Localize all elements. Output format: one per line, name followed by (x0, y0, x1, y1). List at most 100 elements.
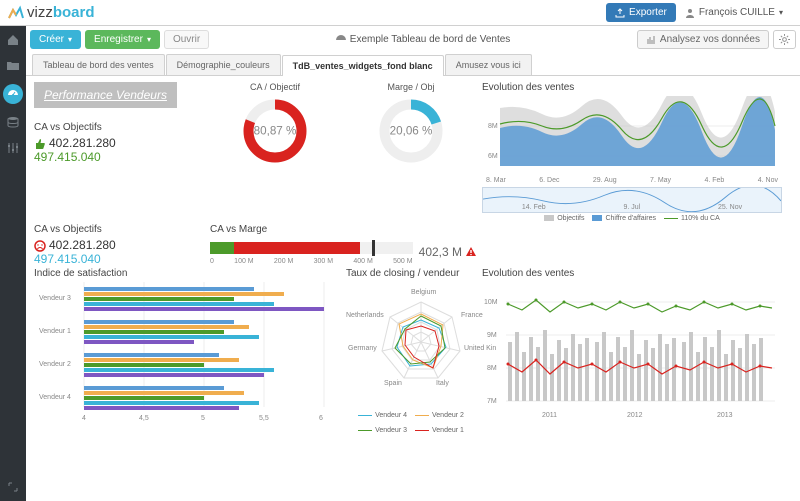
donut1-title: CA / Objectif (210, 82, 340, 92)
logo-text: vizzboard (27, 4, 95, 21)
evol1-legend: Objectifs Chiffre d'affaires 110% du CA (482, 215, 782, 222)
svg-text:France: France (461, 312, 483, 319)
barh-axis: 0100 M200 M300 M400 M500 M (210, 258, 413, 265)
svg-text:9M: 9M (487, 332, 497, 339)
donut-ca-objectif: CA / Objectif 80,87 % (210, 82, 340, 222)
kpi1-v1: 402.281.280 (49, 136, 116, 150)
folder-icon[interactable] (5, 58, 21, 74)
kpi-ca-objectifs-1: CA vs Objectifs 402.281.280 497.415.040 (34, 122, 204, 164)
evol2-chart: 10M 9M 8M 7M 2011 2012 2013 (482, 282, 777, 422)
export-icon (615, 8, 625, 18)
save-button[interactable]: Enregistrer▾ (85, 30, 160, 49)
svg-text:Vendeur 3: Vendeur 3 (39, 295, 71, 302)
kpi1-title: CA vs Objectifs (34, 122, 204, 133)
create-label: Créer (39, 34, 64, 45)
donut2-title: Marge / Obj (346, 82, 476, 92)
barh-value: 402,3 M (419, 245, 476, 259)
toolbar: Créer ▾ Enregistrer▾ Ouvrir Exemple Table… (0, 26, 800, 52)
export-button[interactable]: Exporter (606, 3, 676, 22)
tabs: Tableau de bord des ventes Démographie_c… (26, 52, 800, 76)
user-name: François CUILLE (699, 7, 775, 18)
indice-satisfaction: Indice de satisfaction Vendeur 3 Vendeur… (34, 268, 340, 434)
top-bar: vizzboard Exporter François CUILLE ▾ (0, 0, 800, 26)
analyze-label: Analysez vos données (660, 34, 760, 45)
barh-title: CA vs Marge (210, 224, 476, 235)
evol1-chart: 8M 6M (482, 96, 777, 174)
evolution-ventes-2: Evolution des ventes 10M 9M 8M 7M 2011 2012 2… (482, 268, 782, 434)
sad-icon (34, 240, 46, 252)
svg-text:5,5: 5,5 (259, 415, 269, 422)
database-icon[interactable] (5, 114, 21, 130)
svg-text:20,06 %: 20,06 % (390, 124, 433, 137)
home-icon[interactable] (5, 32, 21, 48)
svg-text:Italy: Italy (436, 380, 449, 387)
sidebar (0, 26, 26, 501)
barh-track (210, 242, 413, 254)
warning-icon (466, 247, 476, 257)
svg-text:7M: 7M (487, 398, 497, 405)
svg-text:2013: 2013 (717, 412, 733, 419)
open-button[interactable]: Ouvrir (164, 30, 209, 49)
radar-legend: Vendeur 4 Vendeur 2 Vendeur 3 Vendeur 1 (346, 412, 476, 434)
analyze-button[interactable]: Analysez vos données (637, 30, 769, 49)
save-label: Enregistrer (94, 34, 143, 45)
satisfaction-title: Indice de satisfaction (34, 268, 340, 279)
kpi1-v2: 497.415.040 (34, 150, 204, 164)
create-button[interactable]: Créer ▾ (30, 30, 81, 49)
chart-icon (646, 34, 656, 44)
board-title: Exemple Tableau de bord de Ventes (213, 34, 633, 45)
svg-text:80,87 %: 80,87 % (254, 124, 297, 137)
settings-button[interactable] (773, 30, 796, 49)
sliders-icon[interactable] (5, 140, 21, 156)
satisfaction-chart: Vendeur 3 Vendeur 1 Vendeur 2 Vendeur 4 … (34, 282, 329, 422)
perf-vendeurs-title: Performance Vendeurs CA vs Objectifs 402… (34, 82, 204, 222)
svg-text:6: 6 (319, 415, 323, 422)
expand-icon[interactable] (5, 479, 21, 495)
dashboard-icon (336, 34, 346, 44)
export-label: Exporter (629, 7, 667, 18)
svg-text:Vendeur 2: Vendeur 2 (39, 361, 71, 368)
kpi2-v2: 497.415.040 (34, 252, 204, 266)
tab-2[interactable]: TdB_ventes_widgets_fond blanc (282, 55, 444, 76)
logo-icon (8, 5, 24, 21)
svg-text:10M: 10M (484, 299, 498, 306)
radar-chart: Belgium France United Kingdom Italy Spai… (346, 282, 496, 407)
kpi2-v1: 402.281.280 (49, 238, 116, 252)
svg-text:Netherlands: Netherlands (346, 312, 384, 319)
svg-text:Vendeur 4: Vendeur 4 (39, 394, 71, 401)
tab-0[interactable]: Tableau de bord des ventes (32, 54, 165, 75)
donut-marge-obj: Marge / Obj 20,06 % (346, 82, 476, 222)
evol1-title: Evolution des ventes (482, 82, 782, 93)
svg-text:Belgium: Belgium (411, 289, 436, 296)
evol1-x-axis: 8. Mar6. Dec29. Aug7. May4. Feb4. Nov (482, 177, 782, 184)
chevron-down-icon: ▾ (68, 35, 72, 44)
user-icon (685, 8, 695, 18)
svg-text:8M: 8M (487, 365, 497, 372)
gear-icon (779, 34, 790, 45)
donut2-chart: 20,06 % (376, 96, 446, 166)
thumb-up-icon (34, 138, 46, 150)
radar-title: Taux de closing / vendeur (346, 268, 476, 279)
svg-text:Germany: Germany (348, 345, 377, 352)
svg-text:5: 5 (201, 415, 205, 422)
ca-vs-marge: CA vs Marge 0100 M200 M300 M400 M500 M 4… (210, 224, 476, 266)
svg-text:2011: 2011 (542, 412, 557, 419)
svg-text:Spain: Spain (384, 380, 402, 387)
user-menu[interactable]: François CUILLE ▾ (676, 3, 792, 22)
tab-3[interactable]: Amusez vous ici (445, 54, 532, 75)
svg-text:8M: 8M (488, 123, 498, 130)
svg-text:2012: 2012 (627, 412, 643, 419)
logo[interactable]: vizzboard (8, 4, 95, 21)
svg-text:6M: 6M (488, 153, 498, 160)
kpi-ca-objectifs-2: CA vs Objectifs 402.281.280 497.415.040 (34, 224, 204, 266)
evol2-title: Evolution des ventes (482, 268, 782, 279)
dashboard: Performance Vendeurs CA vs Objectifs 402… (26, 76, 800, 440)
svg-text:4: 4 (82, 415, 86, 422)
kpi2-title: CA vs Objectifs (34, 224, 204, 235)
tab-1[interactable]: Démographie_couleurs (166, 54, 281, 75)
dashboard-icon[interactable] (3, 84, 23, 104)
evol1-overview[interactable]: 14. Feb9. Jul25. Nov (482, 187, 782, 213)
chevron-down-icon: ▾ (779, 8, 783, 17)
evolution-ventes-1: Evolution des ventes 8M 6M 8. Mar6. Dec29… (482, 82, 782, 222)
donut1-chart: 80,87 % (240, 96, 310, 166)
